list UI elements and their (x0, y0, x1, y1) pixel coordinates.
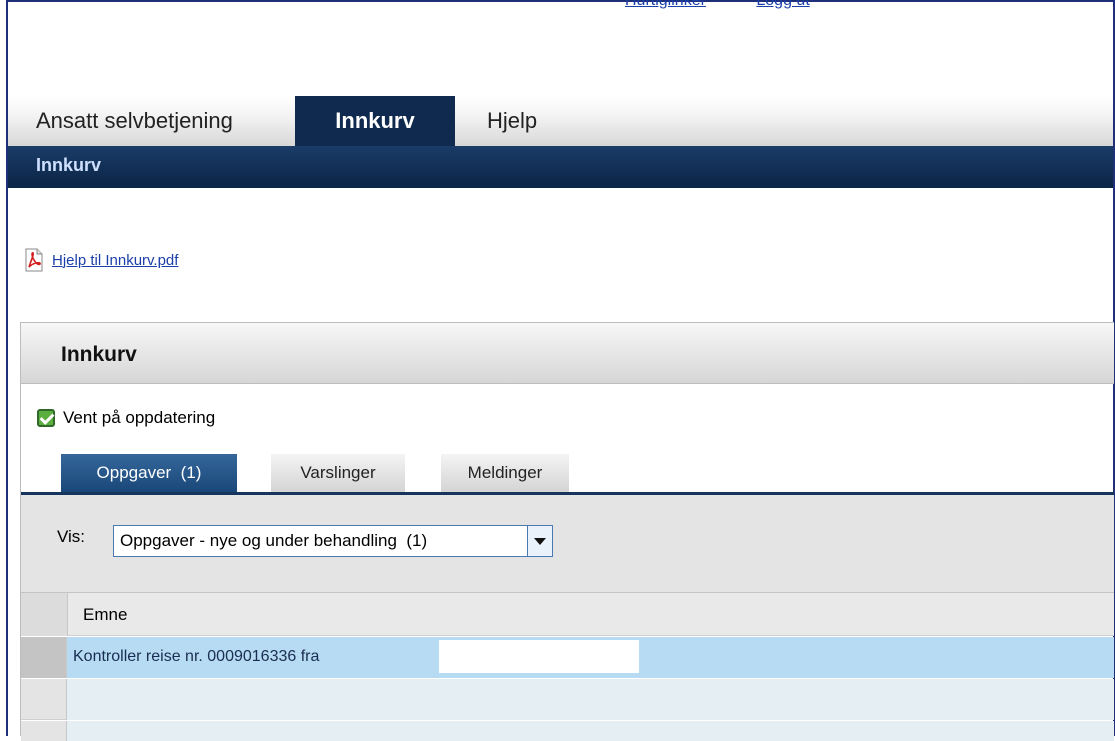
table-row-empty (21, 679, 1114, 720)
tab-oppgaver[interactable]: Oppgaver (1) (61, 454, 237, 492)
wait-for-update[interactable]: Vent på oppdatering (37, 408, 215, 428)
top-links: Hurtiglinker Logg ut (625, 0, 856, 10)
filter-select-value: Oppgaver - nye og under behandling (1) (120, 531, 428, 550)
tab-ansatt-selvbetjening[interactable]: Ansatt selvbetjening (36, 96, 233, 146)
wait-checkbox[interactable] (37, 409, 55, 427)
tab-innkurv[interactable]: Innkurv (295, 96, 455, 146)
window-frame-left (0, 0, 8, 736)
table-row[interactable]: Kontroller reise nr. 0009016336 fra (21, 637, 1114, 678)
column-header-emne[interactable]: Emne (83, 605, 127, 625)
main-tab-bar: Ansatt selvbetjening Innkurv Hjelp (8, 96, 1113, 146)
innkurv-panel: Innkurv Vent på oppdatering Oppgaver (1)… (20, 322, 1114, 741)
filter-select[interactable]: Oppgaver - nye og under behandling (1) (113, 525, 553, 557)
top-link-logout[interactable]: Logg ut (756, 0, 809, 9)
row-selector[interactable] (21, 637, 67, 678)
pdf-icon (24, 248, 44, 272)
window-frame-top (0, 0, 1115, 2)
row-emne[interactable]: Kontroller reise nr. 0009016336 fra (73, 648, 319, 666)
filter-bar: Vis: Oppgaver - nye og under behandling … (21, 495, 1114, 593)
sub-header-title: Innkurv (36, 155, 102, 175)
row-selector (21, 721, 67, 741)
redacted-area (439, 640, 639, 673)
tab-hjelp[interactable]: Hjelp (487, 96, 537, 146)
help-pdf-link-label[interactable]: Hjelp til Innkurv.pdf (52, 252, 178, 269)
sub-header: Innkurv (8, 146, 1113, 188)
wait-checkbox-label: Vent på oppdatering (63, 408, 216, 427)
panel-header: Innkurv (21, 322, 1114, 384)
panel-title: Innkurv (61, 343, 137, 366)
select-all-cell[interactable] (21, 593, 68, 636)
help-pdf-link[interactable]: Hjelp til Innkurv.pdf (24, 248, 178, 272)
grid-header: Emne (21, 593, 1114, 636)
table-row-empty (21, 721, 1114, 741)
row-selector (21, 679, 67, 720)
tab-varslinger[interactable]: Varslinger (271, 454, 405, 492)
filter-label: Vis: (57, 527, 86, 546)
panel-tabs: Oppgaver (1) Varslinger Meldinger (21, 454, 1114, 495)
tab-meldinger[interactable]: Meldinger (441, 454, 569, 492)
top-link-shortcuts[interactable]: Hurtiglinker (625, 0, 706, 9)
chevron-down-icon[interactable] (527, 526, 552, 556)
